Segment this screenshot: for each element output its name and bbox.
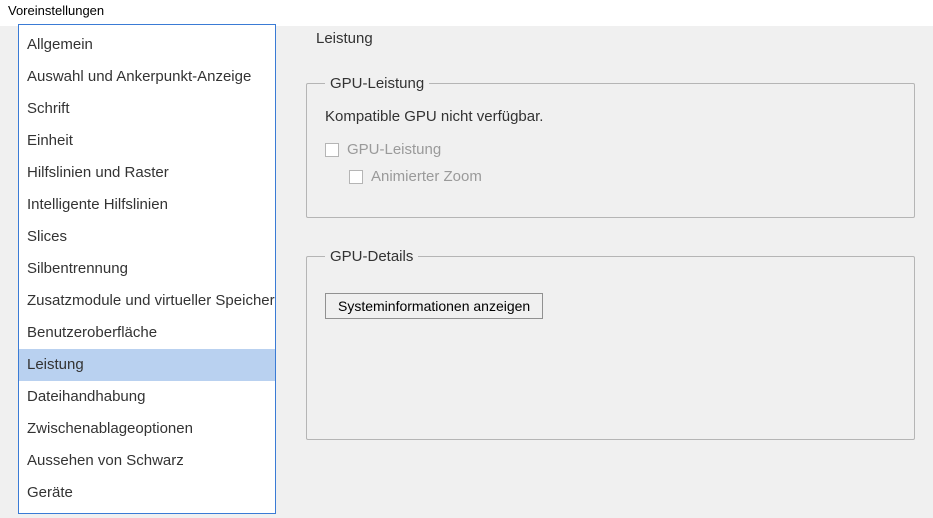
sidebar-item[interactable]: Slices bbox=[19, 221, 275, 253]
sidebar-item[interactable]: Leistung bbox=[19, 349, 275, 381]
sidebar-item[interactable]: Geräte bbox=[19, 477, 275, 509]
sidebar-item[interactable]: Zwischenablageoptionen bbox=[19, 413, 275, 445]
animated-zoom-checkbox-label: Animierter Zoom bbox=[371, 168, 482, 185]
gpu-status-text: Kompatible GPU nicht verfügbar. bbox=[325, 108, 896, 125]
sidebar-item[interactable]: Intelligente Hilfslinien bbox=[19, 189, 275, 221]
gpu-performance-checkbox-label: GPU-Leistung bbox=[347, 141, 441, 158]
gpu-performance-legend: GPU-Leistung bbox=[325, 75, 429, 92]
sidebar-item[interactable]: Benutzeroberfläche bbox=[19, 317, 275, 349]
panel-title: Leistung bbox=[306, 30, 915, 47]
checkbox-icon bbox=[325, 143, 339, 157]
main-panel: Leistung GPU-Leistung Kompatible GPU nic… bbox=[306, 24, 915, 514]
system-info-button[interactable]: Systeminformationen anzeigen bbox=[325, 293, 543, 319]
animated-zoom-checkbox: Animierter Zoom bbox=[349, 168, 896, 185]
sidebar-item[interactable]: Aussehen von Schwarz bbox=[19, 445, 275, 477]
sidebar-item[interactable]: Auswahl und Ankerpunkt-Anzeige bbox=[19, 61, 275, 93]
sidebar-item[interactable]: Schrift bbox=[19, 93, 275, 125]
checkbox-icon bbox=[349, 170, 363, 184]
preferences-sidebar: AllgemeinAuswahl und Ankerpunkt-AnzeigeS… bbox=[18, 24, 276, 514]
sidebar-item[interactable]: Zusatzmodule und virtueller Speicher bbox=[19, 285, 275, 317]
gpu-details-legend: GPU-Details bbox=[325, 248, 418, 265]
sidebar-item[interactable]: Hilfslinien und Raster bbox=[19, 157, 275, 189]
sidebar-item[interactable]: Allgemein bbox=[19, 29, 275, 61]
sidebar-item[interactable]: Einheit bbox=[19, 125, 275, 157]
gpu-performance-checkbox: GPU-Leistung bbox=[325, 141, 896, 158]
gpu-performance-group: GPU-Leistung Kompatible GPU nicht verfüg… bbox=[306, 75, 915, 218]
sidebar-item[interactable]: Dateihandhabung bbox=[19, 381, 275, 413]
gpu-details-group: GPU-Details Systeminformationen anzeigen bbox=[306, 248, 915, 440]
sidebar-item[interactable]: Silbentrennung bbox=[19, 253, 275, 285]
window-title: Voreinstellungen bbox=[0, 0, 933, 26]
